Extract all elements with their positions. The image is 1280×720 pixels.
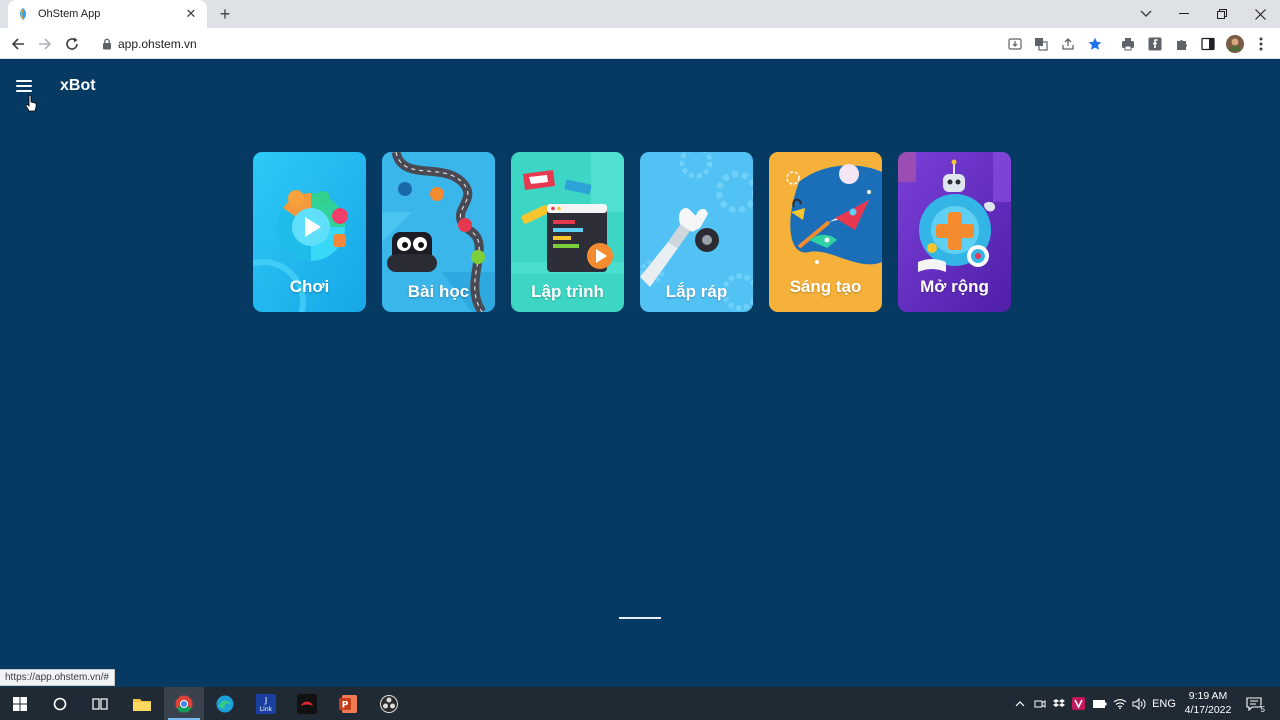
- card-label: Sáng tạo: [789, 277, 862, 296]
- notification-count-badge: 5: [1260, 705, 1265, 714]
- browser-tab[interactable]: OhStem App ✕: [8, 0, 207, 28]
- back-arrow-icon[interactable]: [7, 33, 29, 55]
- lock-icon: [103, 38, 111, 49]
- file-explorer-icon[interactable]: [122, 687, 162, 720]
- card-bai-hoc[interactable]: Bài học: [382, 152, 495, 312]
- taskbar: J Link P ENG 9:19 AM 4/17/2022 5: [0, 687, 1280, 720]
- powerpoint-icon[interactable]: P: [328, 687, 368, 720]
- hamburger-menu-icon[interactable]: [12, 77, 36, 97]
- extension-printer-icon[interactable]: [1118, 34, 1138, 54]
- game-app-icon[interactable]: [287, 687, 327, 720]
- search-circle-icon[interactable]: [40, 687, 80, 720]
- battery-icon[interactable]: [1091, 687, 1109, 720]
- maximize-button[interactable]: [1203, 0, 1241, 28]
- task-view-icon[interactable]: [80, 687, 120, 720]
- svg-text:J: J: [264, 696, 267, 705]
- hand-cursor-icon: [25, 95, 37, 112]
- side-panel-icon[interactable]: [1198, 34, 1218, 54]
- close-window-button[interactable]: [1241, 0, 1279, 28]
- edge-icon[interactable]: [205, 687, 245, 720]
- clock-time: 9:19 AM: [1188, 690, 1228, 702]
- card-sang-tao[interactable]: Sáng tạo: [769, 152, 882, 312]
- card-choi[interactable]: Chơi: [253, 152, 366, 312]
- card-label: Bài học: [407, 282, 470, 301]
- tab-close-icon[interactable]: ✕: [183, 6, 199, 22]
- taskbar-clock[interactable]: 9:19 AM 4/17/2022: [1180, 689, 1236, 717]
- share-icon[interactable]: [1058, 34, 1078, 54]
- card-mo-rong[interactable]: Mở rộng: [898, 152, 1011, 312]
- clock-date: 4/17/2022: [1184, 704, 1232, 716]
- vivaldi-v-icon[interactable]: [1070, 687, 1086, 720]
- extension-f-icon[interactable]: [1145, 34, 1165, 54]
- tab-title: OhStem App: [38, 8, 101, 20]
- obs-icon[interactable]: [369, 687, 409, 720]
- wifi-icon[interactable]: [1111, 687, 1129, 720]
- url-text: app.ohstem.vn: [118, 36, 197, 51]
- meet-now-icon[interactable]: [1032, 687, 1048, 720]
- chrome-icon[interactable]: [164, 687, 204, 720]
- windows-start-icon[interactable]: [0, 687, 40, 720]
- minimize-button[interactable]: [1165, 0, 1203, 28]
- bookmark-star-icon[interactable]: [1085, 34, 1105, 54]
- page-title: xBot: [60, 77, 96, 94]
- svg-text:Link: Link: [260, 706, 273, 713]
- card-lap-trinh[interactable]: Lập trình: [511, 152, 624, 312]
- dropbox-icon[interactable]: [1051, 687, 1067, 720]
- svg-text:P: P: [342, 700, 349, 710]
- browser-toolbar: app.ohstem.vn: [0, 28, 1280, 59]
- install-app-icon[interactable]: [1005, 34, 1025, 54]
- card-label: Lập trình: [531, 282, 604, 301]
- card-lap-rap[interactable]: Lắp ráp: [640, 152, 753, 312]
- forward-arrow-icon[interactable]: [34, 33, 56, 55]
- new-tab-button[interactable]: +: [215, 4, 235, 24]
- browser-menu-icon[interactable]: [1251, 34, 1271, 54]
- volume-icon[interactable]: [1130, 687, 1148, 720]
- status-bar-url: https://app.ohstem.vn/#: [0, 669, 115, 686]
- profile-avatar[interactable]: [1225, 34, 1245, 54]
- tray-overflow-chevron-icon[interactable]: [1012, 687, 1028, 720]
- extensions-puzzle-icon[interactable]: [1172, 34, 1192, 54]
- address-bar[interactable]: app.ohstem.vn: [90, 31, 1000, 56]
- notification-center-icon[interactable]: 5: [1242, 687, 1266, 720]
- card-label: Mở rộng: [920, 277, 989, 296]
- divider: [619, 617, 661, 619]
- ohstem-favicon-icon: [20, 8, 26, 20]
- language-indicator[interactable]: ENG: [1150, 687, 1178, 720]
- translate-icon[interactable]: [1031, 34, 1051, 54]
- tab-search-chevron-icon[interactable]: [1127, 0, 1165, 28]
- jlink-icon[interactable]: J Link: [246, 687, 286, 720]
- browser-tab-bar: OhStem App ✕ +: [0, 0, 1280, 28]
- card-label: Lắp ráp: [665, 282, 728, 301]
- card-label: Chơi: [289, 277, 330, 296]
- reload-icon[interactable]: [61, 33, 83, 55]
